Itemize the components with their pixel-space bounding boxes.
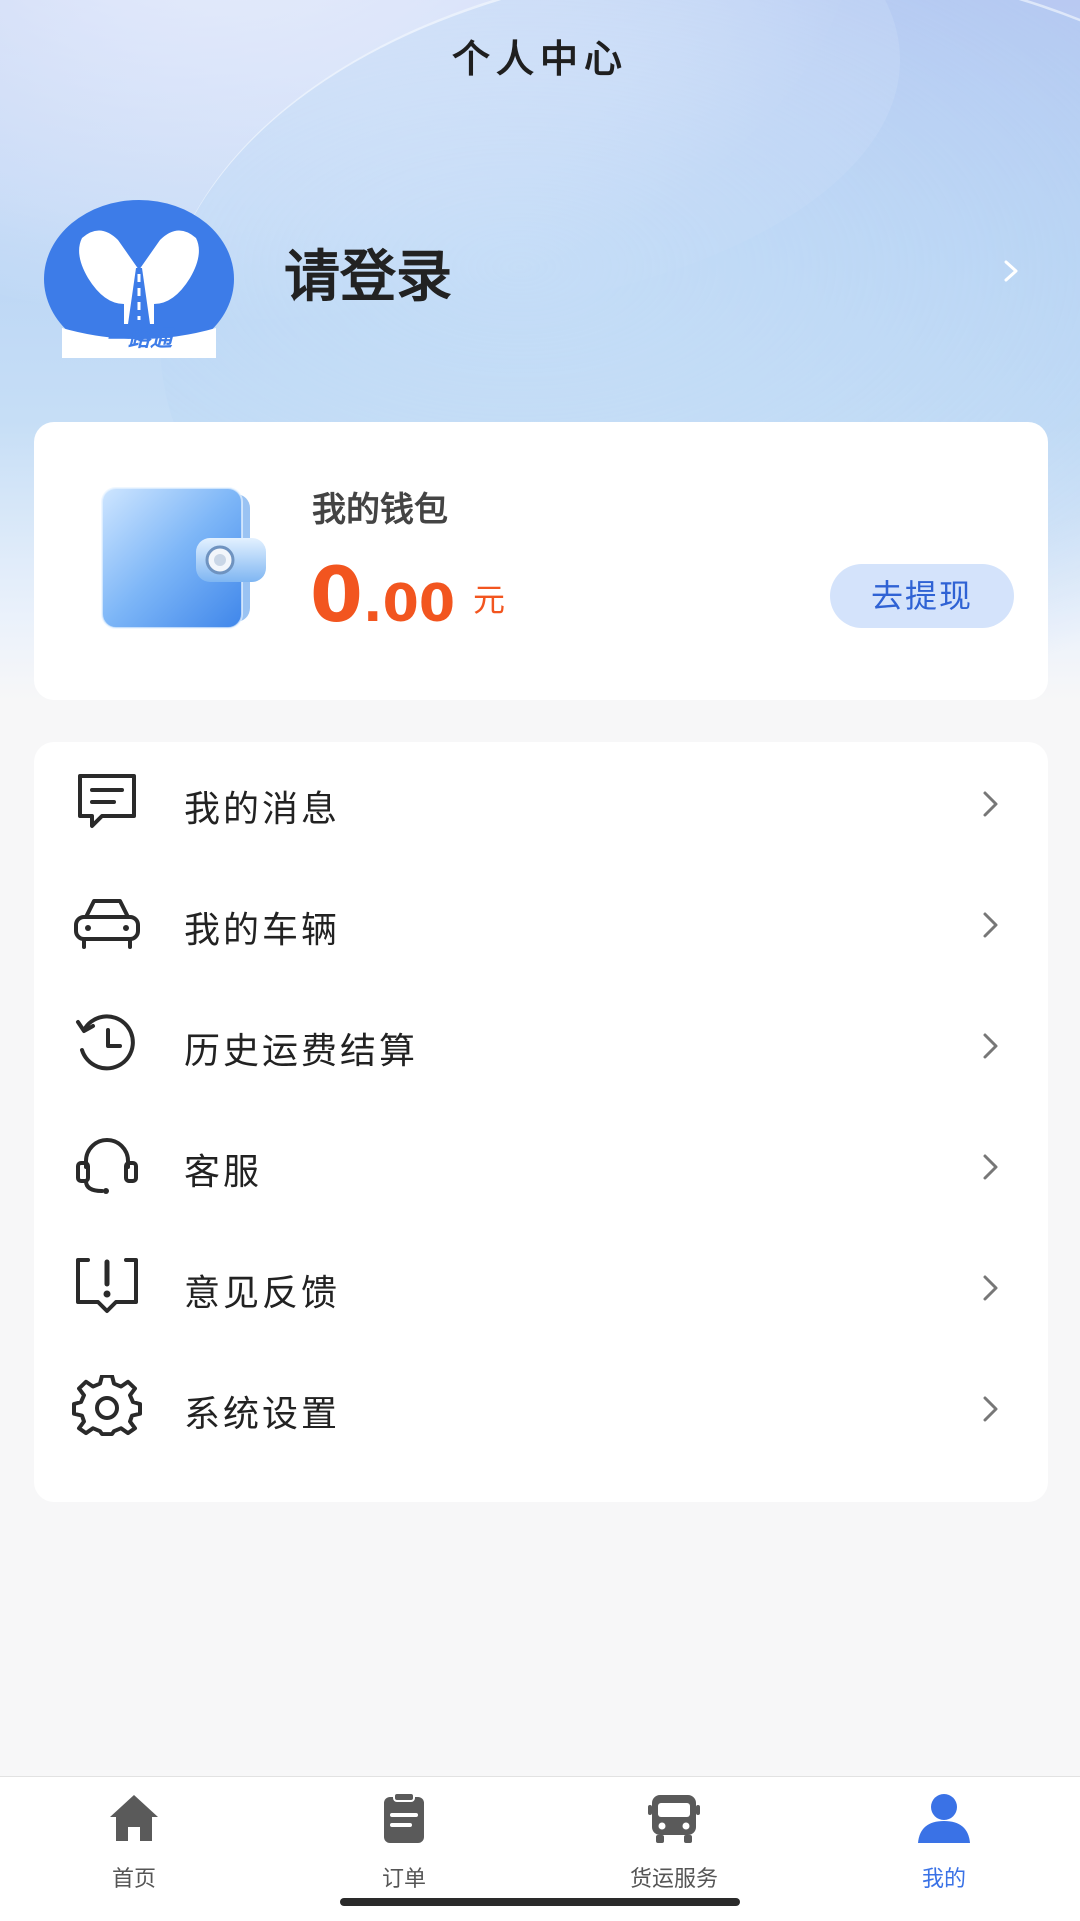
tab-label: 订单 (381, 1867, 426, 1892)
wallet-card[interactable]: 我的钱包 0.00 元 去提现 (34, 422, 1048, 700)
balance-unit: 元 (473, 581, 506, 619)
chevron-right-icon (983, 1033, 998, 1059)
car-icon (74, 899, 140, 949)
app-logo-icon: 一路通 (44, 200, 234, 358)
wallet-label: 我的钱包 (312, 490, 448, 530)
order-icon (384, 1792, 424, 1843)
withdraw-button[interactable]: 去提现 (830, 564, 1014, 628)
menu-item-label: 系统设置 (184, 1394, 341, 1435)
user-icon (918, 1794, 970, 1843)
tab-label: 我的 (921, 1867, 966, 1892)
menu-item-freight-history[interactable]: 历史运费结算 (34, 984, 1048, 1105)
chevron-right-icon (983, 1154, 998, 1180)
bus-icon (648, 1795, 700, 1843)
menu-item-label: 我的车辆 (184, 910, 341, 951)
feedback-icon (76, 1258, 138, 1313)
menu-item-messages[interactable]: 我的消息 (34, 742, 1048, 863)
history-icon (76, 1014, 135, 1071)
menu-item-label: 意见反馈 (184, 1273, 341, 1314)
tab-orders[interactable]: 订单 (304, 1777, 504, 1897)
chevron-right-icon (983, 1396, 998, 1422)
tab-mine[interactable]: 我的 (844, 1777, 1044, 1897)
tab-label: 首页 (111, 1867, 156, 1892)
tab-home[interactable]: 首页 (34, 1777, 234, 1897)
headset-icon (76, 1138, 138, 1194)
menu-item-vehicles[interactable]: 我的车辆 (34, 863, 1048, 984)
wallet-balance: 0.00 元 (310, 550, 505, 639)
chevron-right-icon[interactable] (1000, 260, 1022, 282)
menu-item-feedback[interactable]: 意见反馈 (34, 1226, 1048, 1347)
menu-item-label: 历史运费结算 (184, 1031, 419, 1072)
chevron-right-icon (983, 791, 998, 817)
menu-list: 我的消息 我的车辆 历史运费结算 客服 意见反馈 系统设置 (34, 742, 1048, 1502)
menu-item-customer-service[interactable]: 客服 (34, 1105, 1048, 1226)
menu-item-label: 客服 (184, 1152, 263, 1193)
menu-item-label: 我的消息 (184, 789, 341, 830)
home-icon (110, 1795, 158, 1841)
menu-item-settings[interactable]: 系统设置 (34, 1347, 1048, 1468)
message-icon (78, 774, 136, 828)
wallet-icon (101, 487, 266, 629)
balance-decimal: .00 (362, 574, 456, 634)
tab-label: 货运服务 (629, 1867, 718, 1892)
tab-freight-service[interactable]: 货运服务 (574, 1777, 774, 1897)
login-prompt[interactable]: 请登录 (284, 232, 452, 313)
gear-icon (72, 1375, 142, 1437)
avatar[interactable]: 一路通 (44, 200, 234, 358)
balance-integer: 0 (310, 550, 363, 639)
svg-text:一路通: 一路通 (106, 327, 176, 352)
chevron-right-icon (983, 1275, 998, 1301)
home-indicator (340, 1898, 740, 1906)
chevron-right-icon (983, 912, 998, 938)
page-title: 个人中心 (451, 37, 628, 81)
